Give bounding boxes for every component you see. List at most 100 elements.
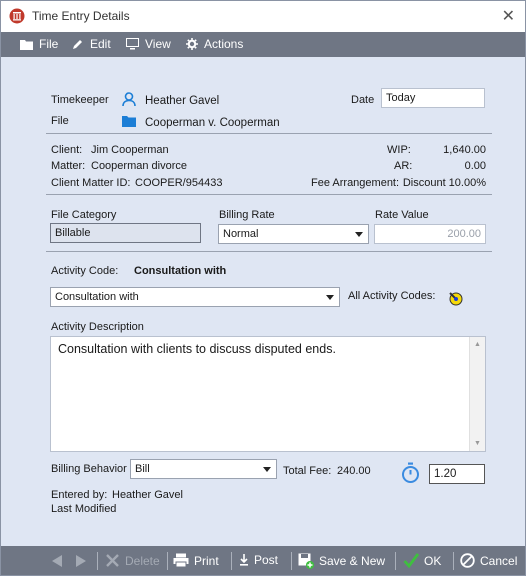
scroll-up-icon[interactable]: ▲ xyxy=(474,341,481,348)
menu-file-label: File xyxy=(39,37,59,51)
ar-label: AR: xyxy=(394,160,413,172)
divider xyxy=(46,251,492,252)
menu-file[interactable]: File xyxy=(20,37,58,51)
entered-by-label: Entered by: xyxy=(51,489,108,501)
footer-toolbar: Delete Print Post Save & New OK Cancel xyxy=(1,546,525,575)
print-button[interactable]: Print xyxy=(173,553,219,568)
activity-code-select-value: Consultation with xyxy=(55,291,139,303)
activity-code-dropdown[interactable]: Consultation with xyxy=(50,287,340,307)
client-matter-id-value: COOPER/954433 xyxy=(135,177,223,189)
chevron-down-icon xyxy=(355,232,363,237)
previous-icon[interactable] xyxy=(50,554,64,568)
client-value: Jim Cooperman xyxy=(91,144,169,156)
window-title: Time Entry Details xyxy=(32,9,130,23)
divider xyxy=(395,552,396,570)
activity-code-label: Activity Code: xyxy=(51,265,119,277)
monitor-icon xyxy=(126,38,139,50)
menu-actions[interactable]: Actions xyxy=(186,37,243,51)
file-category-label: File Category xyxy=(51,209,117,221)
last-modified-label: Last Modified xyxy=(51,503,117,515)
billing-rate-label: Billing Rate xyxy=(219,209,275,221)
ok-button[interactable]: OK xyxy=(403,553,441,568)
hours-value: 1.20 xyxy=(434,468,457,480)
menu-edit-label: Edit xyxy=(90,37,111,51)
chevron-down-icon xyxy=(263,467,271,472)
entered-by-value: Heather Gavel xyxy=(112,489,183,501)
activity-description-textarea[interactable]: Consultation with clients to discuss dis… xyxy=(50,336,486,452)
billing-rate-value: Normal xyxy=(223,228,259,240)
cancel-icon xyxy=(460,553,475,568)
toggle-icon[interactable] xyxy=(447,290,463,306)
menu-actions-label: Actions xyxy=(204,37,244,51)
checkmark-icon xyxy=(403,553,419,568)
matter-label: Matter: xyxy=(51,160,86,172)
app-logo-icon xyxy=(9,8,25,24)
save-new-label: Save & New xyxy=(319,554,386,568)
chevron-down-icon xyxy=(326,295,334,300)
printer-icon xyxy=(173,553,189,568)
save-new-icon xyxy=(298,553,314,569)
rate-value: 200.00 xyxy=(447,228,481,240)
divider xyxy=(453,552,454,570)
rate-value-field[interactable]: 200.00 xyxy=(374,224,486,244)
cancel-label: Cancel xyxy=(480,553,518,568)
menu-edit[interactable]: Edit xyxy=(72,37,111,51)
billing-behavior-label: Billing Behavior xyxy=(51,463,127,475)
next-icon[interactable] xyxy=(74,554,88,568)
date-value: Today xyxy=(386,92,416,104)
fee-arrangement-label: Fee Arrangement: xyxy=(311,177,400,189)
menu-view-label: View xyxy=(145,37,171,51)
file-value[interactable]: Cooperman v. Cooperman xyxy=(145,117,280,129)
title-bar: Time Entry Details ✕ xyxy=(1,1,525,32)
file-label: File xyxy=(51,115,69,127)
divider xyxy=(231,552,232,570)
activity-code-value: Consultation with xyxy=(134,265,227,277)
menu-bar: File Edit View Actions xyxy=(1,32,525,57)
person-icon xyxy=(122,92,136,107)
billing-rate-dropdown[interactable]: Normal xyxy=(218,224,369,244)
fee-arrangement-value: Discount 10.00% xyxy=(402,177,486,189)
delete-icon xyxy=(106,554,119,567)
stopwatch-icon[interactable] xyxy=(401,462,420,484)
close-icon[interactable]: ✕ xyxy=(502,6,515,26)
divider xyxy=(46,194,492,195)
divider xyxy=(291,552,292,570)
total-fee-value: 240.00 xyxy=(337,465,371,477)
client-matter-id-label: Client Matter ID: xyxy=(51,177,131,189)
file-category-value: Billable xyxy=(55,227,91,239)
timekeeper-value[interactable]: Heather Gavel xyxy=(145,95,219,107)
date-field[interactable]: Today xyxy=(381,88,485,108)
activity-description-label: Activity Description xyxy=(51,321,144,333)
ok-label: OK xyxy=(424,553,442,568)
billing-behavior-dropdown[interactable]: Bill xyxy=(130,459,277,479)
wip-value: 1,640.00 xyxy=(443,144,486,156)
ar-value: 0.00 xyxy=(464,160,486,172)
scrollbar[interactable]: ▲ ▼ xyxy=(469,337,485,451)
pencil-icon xyxy=(73,40,82,49)
scroll-down-icon[interactable]: ▼ xyxy=(474,440,481,447)
cancel-button[interactable]: Cancel xyxy=(460,553,517,568)
rate-value-label: Rate Value xyxy=(375,209,429,221)
wip-label: WIP: xyxy=(387,144,411,156)
menu-view[interactable]: View xyxy=(126,37,171,51)
divider xyxy=(97,552,98,570)
folder-icon xyxy=(122,116,136,127)
divider xyxy=(46,133,492,134)
delete-button[interactable]: Delete xyxy=(105,553,160,568)
date-label: Date xyxy=(351,94,375,106)
hours-field[interactable]: 1.20 xyxy=(429,464,485,484)
delete-label: Delete xyxy=(125,553,160,568)
file-category-field: Billable xyxy=(50,223,201,243)
folder-icon xyxy=(20,39,33,50)
total-fee-label: Total Fee: xyxy=(283,465,332,477)
all-activity-codes-label: All Activity Codes: xyxy=(348,290,436,302)
gear-icon xyxy=(186,38,198,50)
client-label: Client: xyxy=(51,144,83,156)
print-label: Print xyxy=(194,553,219,568)
matter-value: Cooperman divorce xyxy=(91,160,187,172)
billing-behavior-value: Bill xyxy=(135,463,150,475)
post-label: Post xyxy=(254,553,279,567)
post-button[interactable]: Post xyxy=(239,553,278,567)
time-entry-window: Time Entry Details ✕ File Edit View Acti… xyxy=(0,0,526,576)
save-new-button[interactable]: Save & New xyxy=(298,553,385,569)
